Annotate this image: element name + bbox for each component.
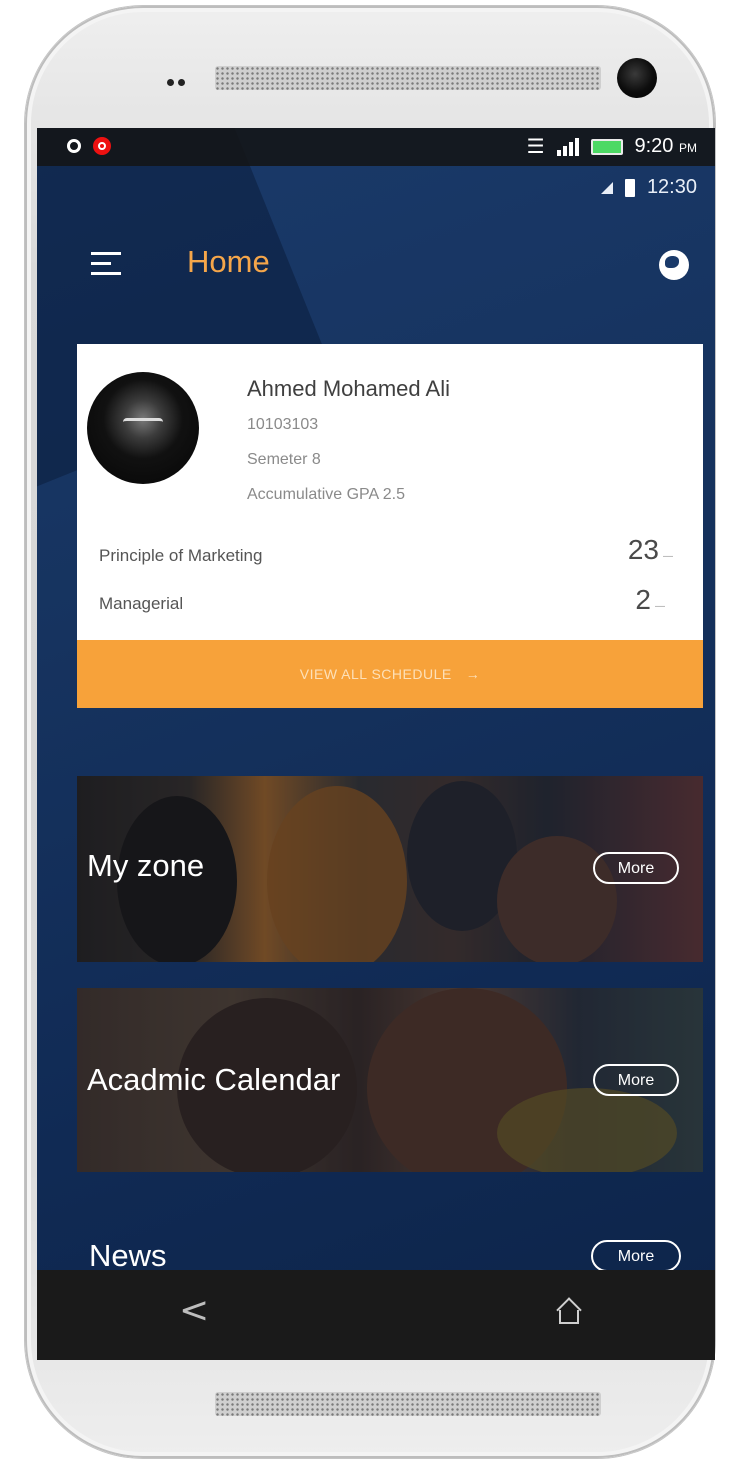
avatar <box>87 372 199 484</box>
page-title: Home <box>187 244 270 279</box>
battery-small-icon <box>624 178 635 197</box>
student-name: Ahmed Mohamed Ali <box>247 376 450 401</box>
my-zone-title: My zone <box>87 848 205 883</box>
schedule-course-1: Principle of Marketing <box>99 546 263 565</box>
beats-audio-icon <box>93 137 112 155</box>
student-id: 10103103 <box>247 416 319 433</box>
academic-calendar-more-button[interactable]: More <box>593 1064 679 1096</box>
status-time: 9:20 PM <box>634 135 698 157</box>
bottom-speaker <box>215 1392 601 1416</box>
news-heading: News <box>89 1238 167 1273</box>
signal-icon <box>556 137 579 156</box>
sync-icon <box>67 139 81 153</box>
schedule-value-1: 23— <box>627 534 673 565</box>
my-zone-tile[interactable]: My zone More <box>77 776 703 962</box>
academic-calendar-title: Acadmic Calendar <box>87 1062 341 1097</box>
student-semester: Semeter 8 <box>247 451 321 468</box>
profile-card: Ahmed Mohamed Ali 10103103 Semeter 8 Acc… <box>77 344 703 708</box>
app-status-bar: 12:30 <box>600 176 697 199</box>
schedule-value-2: 2— <box>635 584 665 615</box>
wifi-icon: ☰ <box>526 136 545 158</box>
back-icon[interactable]: < <box>179 1290 209 1331</box>
top-speaker <box>215 66 601 90</box>
sensor-dots <box>167 79 191 86</box>
news-more-button[interactable]: More <box>591 1240 681 1272</box>
status-bar: ☰ 9:20 PM <box>37 128 715 166</box>
signal-triangle-icon <box>600 181 613 194</box>
notification-icons <box>67 137 112 155</box>
status-right: ☰ 9:20 PM <box>527 134 697 159</box>
schedule-course-2: Managerial <box>99 594 184 613</box>
menu-icon[interactable] <box>91 252 121 276</box>
front-camera <box>617 58 657 98</box>
navigation-bar: < <box>37 1270 715 1360</box>
my-zone-more-button[interactable]: More <box>593 852 679 884</box>
view-all-schedule-button[interactable]: VIEW ALL SCHEDULE → <box>77 640 703 708</box>
student-gpa: Accumulative GPA 2.5 <box>247 486 405 503</box>
home-icon[interactable] <box>557 1300 581 1324</box>
arrow-right-icon: → <box>465 666 481 682</box>
phone-screen: ☰ 9:20 PM 12:30 Home Ahmed Mohamed Ali 1… <box>37 128 715 1360</box>
battery-icon <box>590 138 623 155</box>
academic-calendar-tile[interactable]: Acadmic Calendar More <box>77 988 703 1172</box>
globe-icon[interactable] <box>659 250 689 280</box>
app-bar: Home <box>37 236 715 296</box>
app-status-time: 12:30 <box>646 176 697 198</box>
